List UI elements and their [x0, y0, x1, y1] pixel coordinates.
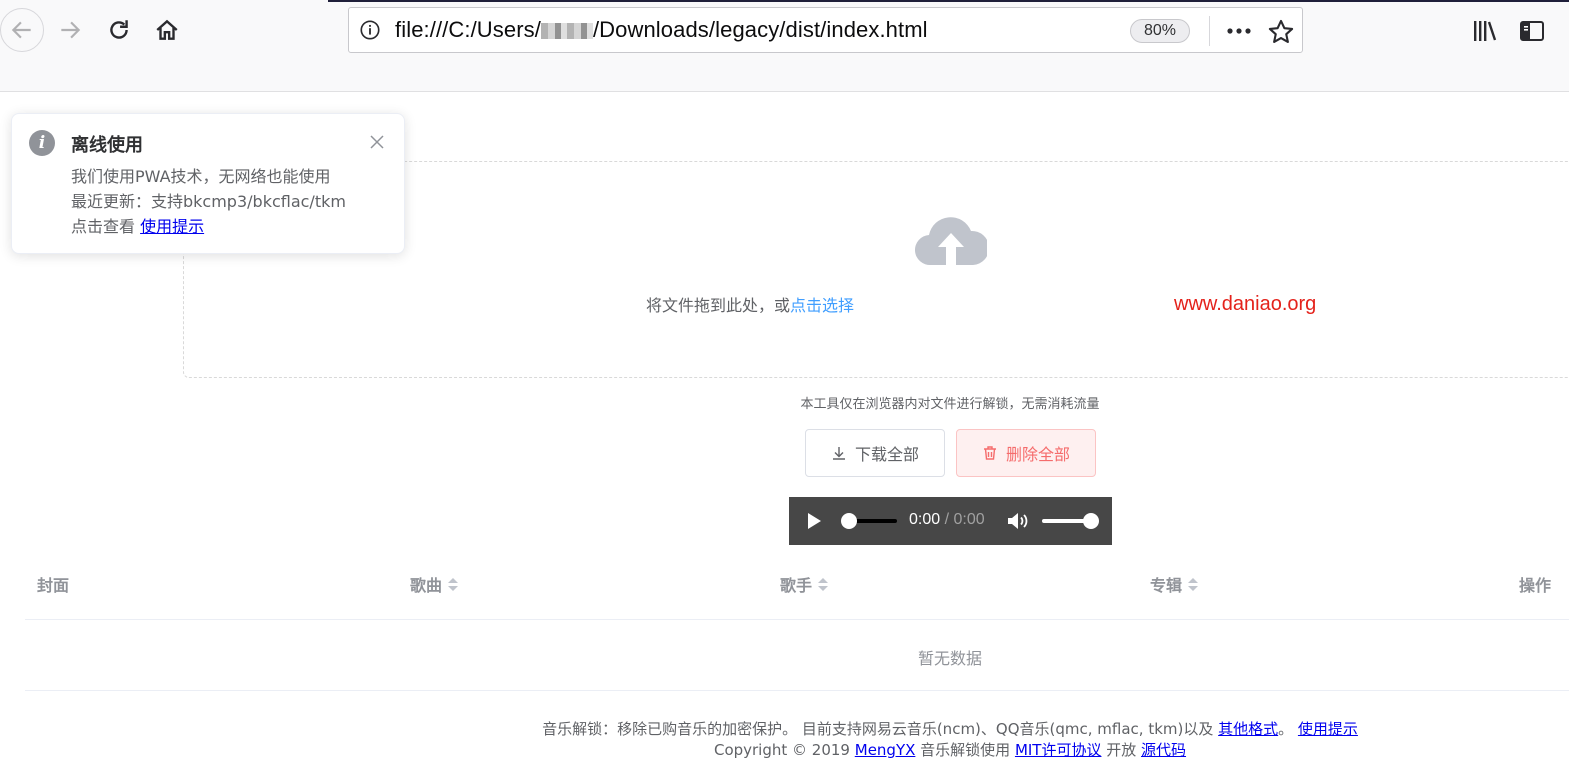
- notification-line-3-prefix: 点击查看: [71, 217, 141, 236]
- address-bar[interactable]: file:///C:/Users/ /Downloads/legacy/dist/…: [348, 7, 1303, 53]
- arrow-left-icon: [11, 21, 31, 39]
- column-album[interactable]: 专辑: [1150, 572, 1199, 596]
- column-cover-label: 封面: [37, 576, 70, 595]
- time-display: 0:00 / 0:00: [909, 511, 985, 529]
- notification-line-1: 我们使用PWA技术，无网络也能使用: [71, 167, 331, 186]
- url-prefix: file:///C:/Users/: [395, 17, 541, 42]
- sort-caret-icon[interactable]: [448, 577, 459, 591]
- time-separator: /: [940, 511, 954, 528]
- audio-player: 0:00 / 0:00: [789, 497, 1112, 545]
- table-bottom-divider: [25, 690, 1569, 691]
- footer-description: 音乐解锁：移除已购音乐的加密保护。 目前支持网易云音乐(ncm)、QQ音乐(qm…: [300, 718, 1569, 739]
- close-icon[interactable]: [369, 134, 385, 150]
- license-link[interactable]: MIT许可协议: [1015, 741, 1102, 759]
- sort-caret-icon[interactable]: [1188, 577, 1199, 591]
- reload-button[interactable]: [97, 8, 141, 52]
- volume-handle[interactable]: [1083, 513, 1099, 529]
- notification-body: 我们使用PWA技术，无网络也能使用 最近更新：支持bkcmp3/bkcflac/…: [71, 164, 346, 239]
- footer-sep: 。: [1278, 720, 1298, 738]
- volume-icon[interactable]: [1007, 511, 1029, 531]
- info-icon: i: [29, 130, 55, 156]
- notification-line-3: 点击查看 使用提示: [71, 214, 346, 239]
- column-artist-label: 歌手: [780, 576, 813, 595]
- upload-cloud-icon: [915, 217, 987, 266]
- upload-text: 将文件拖到此处，或: [645, 296, 790, 315]
- empty-table-text: 暂无数据: [917, 649, 982, 668]
- notification-line-2: 最近更新：支持bkcmp3/bkcflac/tkm: [71, 192, 346, 211]
- more-dots-icon[interactable]: [1224, 18, 1254, 44]
- footer-usage-tips-link[interactable]: 使用提示: [1298, 720, 1358, 738]
- download-all-button[interactable]: 下载全部: [805, 429, 945, 477]
- notification-title: 离线使用: [71, 135, 143, 156]
- forward-button[interactable]: [48, 8, 92, 52]
- upload-instruction: 将文件拖到此处，或点击选择: [183, 292, 1569, 316]
- sort-caret-icon[interactable]: [818, 577, 829, 591]
- column-actions-label: 操作: [1519, 576, 1552, 595]
- zoom-level-badge[interactable]: 80%: [1130, 19, 1190, 43]
- reload-icon: [110, 20, 128, 39]
- current-time: 0:00: [909, 511, 941, 528]
- column-actions: 操作: [1519, 572, 1551, 596]
- table-header-divider: [25, 619, 1569, 620]
- watermark-text: www.daniao.org: [1174, 293, 1317, 315]
- url-text[interactable]: file:///C:/Users/ /Downloads/legacy/dist/…: [395, 17, 928, 43]
- delete-all-label: 删除全部: [1005, 445, 1070, 464]
- select-file-link[interactable]: 点击选择: [790, 296, 854, 315]
- back-button[interactable]: [0, 8, 44, 52]
- redacted-username: [540, 23, 593, 40]
- bookmark-star-icon[interactable]: [1267, 18, 1295, 46]
- footer-text: 音乐解锁：移除已购音乐的加密保护。 目前支持网易云音乐(ncm)、QQ音乐(qm…: [542, 720, 1219, 738]
- column-artist[interactable]: 歌手: [780, 572, 829, 596]
- column-album-label: 专辑: [1150, 576, 1183, 595]
- source-prefix: 开放: [1101, 741, 1142, 759]
- column-song-label: 歌曲: [410, 576, 443, 595]
- browser-toolbar: file:///C:/Users/ /Downloads/legacy/dist/…: [0, 0, 1569, 92]
- play-icon[interactable]: [805, 512, 823, 530]
- duration: 0:00: [953, 511, 985, 528]
- url-suffix: /Downloads/legacy/dist/index.html: [592, 17, 928, 42]
- license-prefix: 音乐解锁使用: [915, 741, 1015, 759]
- home-button[interactable]: [145, 8, 189, 52]
- download-all-label: 下载全部: [854, 445, 919, 464]
- local-processing-tip: 本工具仅在浏览器内对文件进行解锁，无需消耗流量: [800, 397, 1100, 412]
- column-song[interactable]: 歌曲: [410, 572, 459, 596]
- window-top-edge: [328, 0, 1569, 2]
- seek-handle[interactable]: [841, 513, 857, 529]
- copyright-text: Copyright © 2019: [713, 741, 855, 759]
- sidebar-icon[interactable]: [1518, 17, 1546, 45]
- url-divider: [1209, 16, 1210, 46]
- footer-copyright: Copyright © 2019 MengYX 音乐解锁使用 MIT许可协议 开…: [300, 739, 1569, 760]
- author-link[interactable]: MengYX: [855, 741, 916, 759]
- column-cover: 封面: [37, 572, 69, 596]
- usage-tips-link[interactable]: 使用提示: [140, 217, 204, 236]
- arrow-right-icon: [61, 21, 81, 39]
- trash-icon: [983, 446, 996, 460]
- other-formats-link[interactable]: 其他格式: [1218, 720, 1278, 738]
- library-icon[interactable]: [1471, 17, 1499, 45]
- offline-notification: i 离线使用 我们使用PWA技术，无网络也能使用 最近更新：支持bkcmp3/b…: [11, 113, 405, 254]
- site-info-icon[interactable]: [359, 19, 381, 41]
- home-icon: [156, 19, 178, 40]
- download-icon: [832, 447, 845, 460]
- delete-all-button[interactable]: 删除全部: [956, 429, 1096, 477]
- source-code-link[interactable]: 源代码: [1141, 741, 1186, 759]
